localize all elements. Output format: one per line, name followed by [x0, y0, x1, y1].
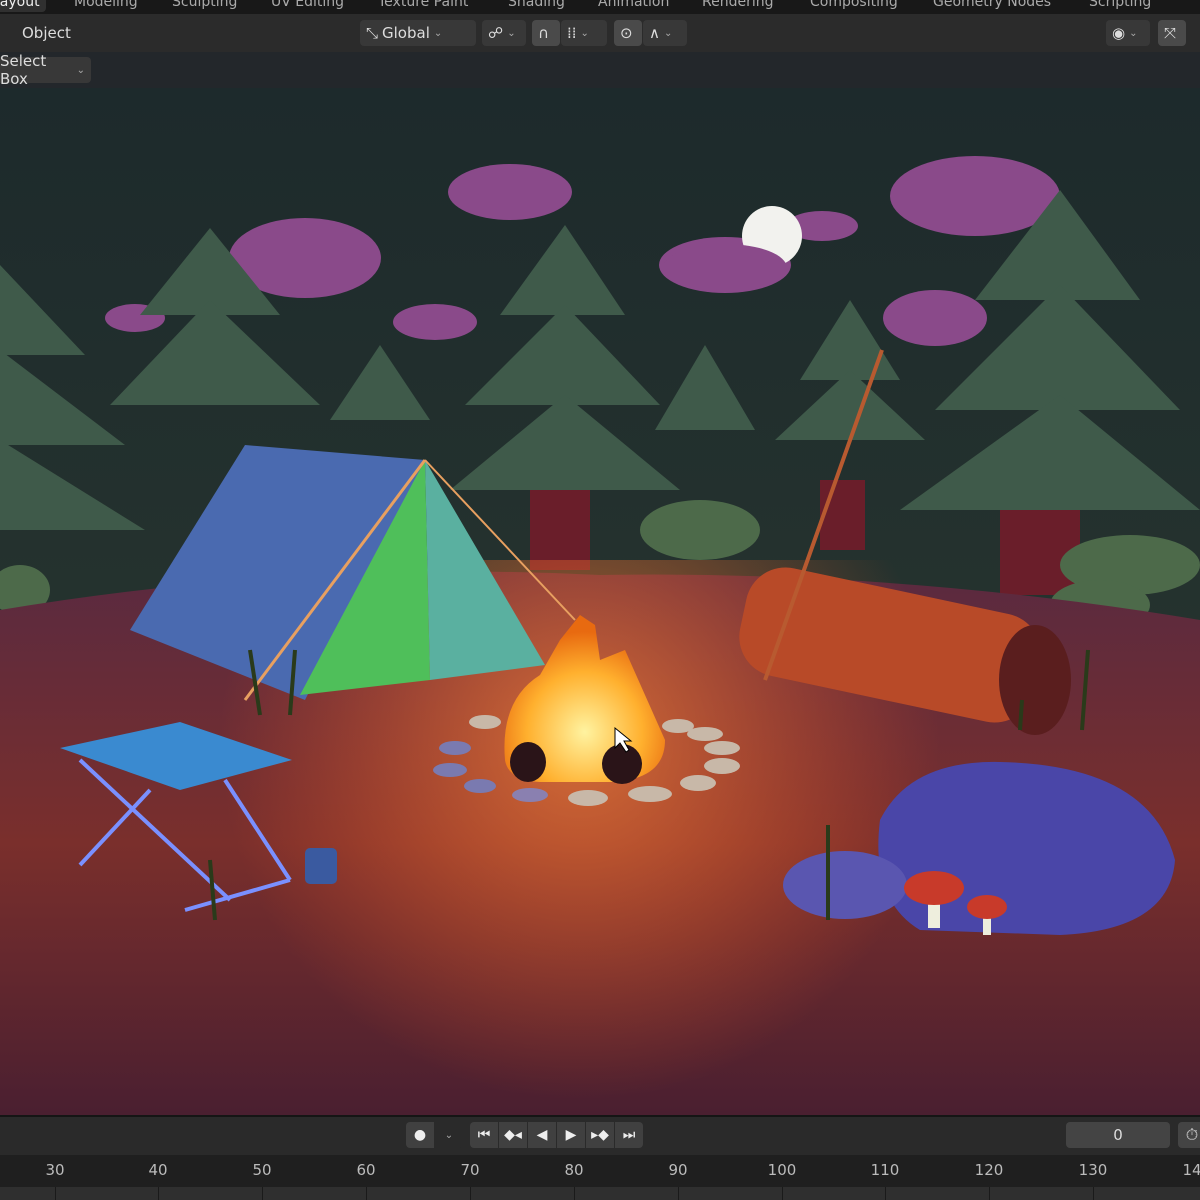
mug [305, 848, 337, 884]
tick-label: 60 [356, 1161, 376, 1179]
auto-keying-button[interactable]: ● [406, 1122, 434, 1148]
chevron-down-icon: ⌄ [663, 27, 673, 39]
tab-shading[interactable]: Shading [502, 0, 571, 12]
magnet-icon: ∩ [538, 24, 549, 42]
next-keyframe-button[interactable]: ▸◆ [586, 1122, 614, 1148]
pivot-icon: ☍ [488, 24, 504, 42]
object-menu[interactable]: Object [16, 20, 77, 46]
chevron-down-icon: ⌄ [1129, 27, 1138, 39]
grid-line [470, 1187, 471, 1200]
orientation-label: Global [382, 24, 430, 42]
tick-label: 50 [252, 1161, 272, 1179]
play-reverse-icon: ◀ [536, 1127, 548, 1143]
gizmo-icon: ⤧ [1164, 24, 1177, 42]
tab-layout[interactable]: Layout [0, 0, 46, 12]
play-icon: ▶ [565, 1127, 577, 1143]
campsite-render [0, 88, 1200, 1115]
3d-viewport[interactable] [0, 88, 1200, 1115]
tick-label: 70 [460, 1161, 480, 1179]
snap-toggle[interactable]: ∩ [532, 20, 560, 46]
tick-label: 30 [45, 1161, 65, 1179]
visibility-dropdown[interactable]: ◉ ⌄ [1106, 20, 1150, 46]
grid-line [366, 1187, 367, 1200]
tick-label: 100 [767, 1161, 797, 1179]
tab-modeling[interactable]: Modeling [68, 0, 144, 12]
tab-texture-paint[interactable]: Texture Paint [372, 0, 474, 12]
tab-scripting[interactable]: Scripting [1083, 0, 1157, 12]
grid-line [989, 1187, 990, 1200]
grid-line [678, 1187, 679, 1200]
select-mode-label: Select Box [0, 52, 47, 88]
grid-line [1093, 1187, 1094, 1200]
gizmo-toggle[interactable]: ⤧ [1158, 20, 1186, 46]
tick-label: 90 [668, 1161, 688, 1179]
current-frame-field[interactable]: 0 [1066, 1122, 1170, 1148]
tab-geometry-nodes[interactable]: Geometry Nodes [927, 0, 1057, 12]
transform-orientation-dropdown[interactable]: ⤡ Global ⌄ [360, 20, 476, 46]
tick-label: 110 [870, 1161, 900, 1179]
play-button[interactable]: ▶ [557, 1122, 585, 1148]
tick-label: 40 [148, 1161, 168, 1179]
proportional-edit-toggle[interactable]: ⊙ [614, 20, 642, 46]
timeline-ruler[interactable]: 30 40 50 60 70 80 90 100 110 120 130 14 [0, 1155, 1200, 1187]
tool-settings-bar: Select Box ⌄ [0, 52, 1200, 90]
eye-icon: ◉ [1112, 24, 1126, 42]
keyframe-record-group: ● ⌄ [406, 1122, 463, 1148]
jump-end-icon: ⏭ [622, 1127, 636, 1143]
record-icon: ● [413, 1127, 427, 1143]
tick-label: 14 [1182, 1161, 1200, 1179]
grid-line [885, 1187, 886, 1200]
tab-sculpting[interactable]: Sculpting [166, 0, 243, 12]
stopwatch-icon[interactable]: ⏱ [1178, 1122, 1200, 1148]
falloff-dropdown[interactable]: ∧ ⌄ [643, 20, 687, 46]
pivot-point-dropdown[interactable]: ☍ ⌄ [482, 20, 526, 46]
tick-label: 120 [974, 1161, 1004, 1179]
jump-start-icon: ⏮ [477, 1127, 491, 1143]
prev-keyframe-icon: ◆◂ [504, 1127, 522, 1143]
grid-line [782, 1187, 783, 1200]
snap-target-dropdown[interactable]: ⁞⁞ ⌄ [561, 20, 607, 46]
play-reverse-button[interactable]: ◀ [528, 1122, 556, 1148]
timeline-body[interactable] [0, 1187, 1200, 1200]
grid-line [262, 1187, 263, 1200]
chevron-down-icon: ⌄ [444, 1129, 454, 1141]
tab-uv-editing[interactable]: UV Editing [265, 0, 350, 12]
tick-label: 130 [1078, 1161, 1108, 1179]
playback-controls: ⏮ ◆◂ ◀ ▶ ▸◆ ⏭ [470, 1122, 643, 1148]
tab-rendering[interactable]: Rendering [696, 0, 780, 12]
jump-end-button[interactable]: ⏭ [615, 1122, 643, 1148]
jump-start-button[interactable]: ⏮ [470, 1122, 498, 1148]
timeline-header: ● ⌄ ⏮ ◆◂ ◀ ▶ ▸◆ ⏭ 0 ⏱ [0, 1115, 1200, 1155]
grid-line [158, 1187, 159, 1200]
tick-label: 80 [564, 1161, 584, 1179]
workspace-tabs: Layout Modeling Sculpting UV Editing Tex… [0, 0, 1200, 14]
grid-line [574, 1187, 575, 1200]
chevron-down-icon: ⌄ [76, 64, 85, 76]
falloff-curve-icon: ∧ [649, 24, 660, 42]
proportional-icon: ⊙ [620, 24, 633, 42]
chevron-down-icon: ⌄ [580, 27, 589, 39]
prev-keyframe-button[interactable]: ◆◂ [499, 1122, 527, 1148]
keying-dropdown[interactable]: ⌄ [435, 1122, 463, 1148]
grid-line [55, 1187, 56, 1200]
orientation-icon: ⤡ [366, 24, 379, 42]
tab-animation[interactable]: Animation [592, 0, 675, 12]
chevron-down-icon: ⌄ [433, 27, 443, 39]
viewport-header: Object ⤡ Global ⌄ ☍ ⌄ ∩ ⁞⁞ ⌄ ⊙ ∧ ⌄ ◉ ⌄ ⤧ [0, 14, 1200, 52]
chevron-down-icon: ⌄ [507, 27, 516, 39]
select-box-dropdown[interactable]: Select Box ⌄ [0, 52, 91, 88]
snap-grid-icon: ⁞⁞ [567, 24, 577, 42]
tab-compositing[interactable]: Compositing [804, 0, 904, 12]
next-keyframe-icon: ▸◆ [591, 1127, 609, 1143]
